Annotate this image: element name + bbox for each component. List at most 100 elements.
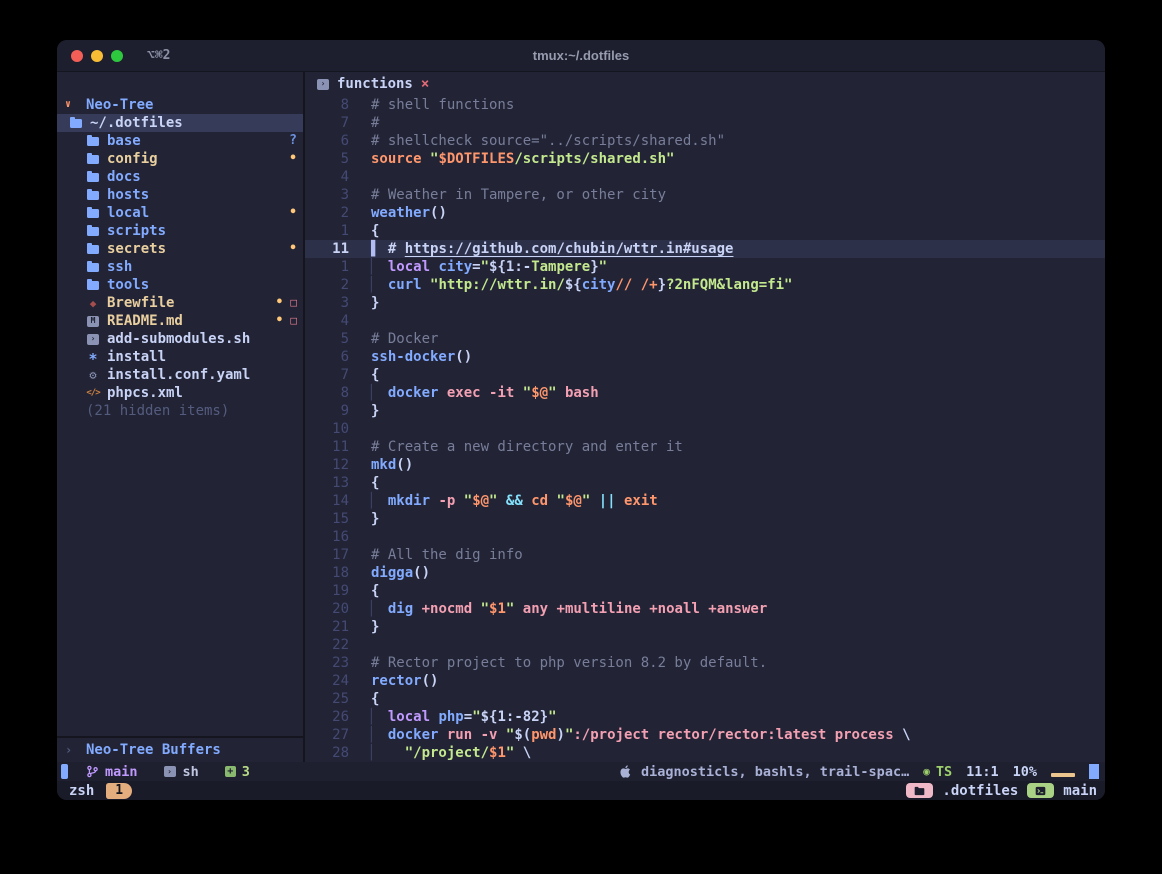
fold-column[interactable] [305, 168, 319, 186]
code-line[interactable]: 21 } [305, 618, 1105, 636]
fold-column[interactable] [305, 546, 319, 564]
tree-item[interactable]: base ? [57, 132, 303, 150]
code-line[interactable]: 3 # Weather in Tampere, or other city [305, 186, 1105, 204]
code-line[interactable]: 11 # Create a new directory and enter it [305, 438, 1105, 456]
neo-tree-buffers-section[interactable]: › Neo-Tree Buffers [57, 738, 303, 762]
fold-column[interactable] [305, 312, 319, 330]
fold-column[interactable] [305, 708, 319, 726]
code-line[interactable]: 4 [305, 168, 1105, 186]
fold-column[interactable] [305, 744, 319, 762]
code-line[interactable]: 18 digga() [305, 564, 1105, 582]
code-line[interactable]: 9 } [305, 402, 1105, 420]
code-line[interactable]: 5 # Docker [305, 330, 1105, 348]
tab-functions[interactable]: › functions × [317, 76, 429, 92]
code-line[interactable]: 24 rector() [305, 672, 1105, 690]
code-line[interactable]: 3 } [305, 294, 1105, 312]
tree-item[interactable]: * install [57, 348, 303, 366]
code-line[interactable]: 25 { [305, 690, 1105, 708]
fold-column[interactable] [305, 474, 319, 492]
code-line[interactable]: 2 weather() [305, 204, 1105, 222]
tree-item[interactable]: docs [57, 168, 303, 186]
code-line[interactable]: 22 [305, 636, 1105, 654]
fold-column[interactable] [305, 294, 319, 312]
tree-item[interactable]: hosts [57, 186, 303, 204]
code-line[interactable]: 7 # [305, 114, 1105, 132]
fold-column[interactable] [305, 636, 319, 654]
tree-item[interactable]: ssh [57, 258, 303, 276]
code-line[interactable]: 27 ▏ docker run -v "$(pwd)":/project rec… [305, 726, 1105, 744]
tree-item[interactable]: › add-submodules.sh [57, 330, 303, 348]
tree-item[interactable]: tools [57, 276, 303, 294]
fold-column[interactable] [305, 150, 319, 168]
fold-column[interactable] [305, 528, 319, 546]
tree-item[interactable]: ⚙ install.conf.yaml [57, 366, 303, 384]
tree-item[interactable]: ◆ Brewfile • □ [57, 294, 303, 312]
code-line[interactable]: 6 ssh-docker() [305, 348, 1105, 366]
tmux-window-badge[interactable]: 1 [106, 783, 132, 799]
fold-column[interactable] [305, 456, 319, 474]
fold-column[interactable] [305, 510, 319, 528]
fold-column[interactable] [305, 654, 319, 672]
code-line[interactable]: 8 # shell functions [305, 96, 1105, 114]
fold-column[interactable] [305, 330, 319, 348]
tree-item[interactable]: config • [57, 150, 303, 168]
code-line[interactable]: 13 { [305, 474, 1105, 492]
fold-column[interactable] [305, 114, 319, 132]
code-line[interactable]: 1 { [305, 222, 1105, 240]
code-line[interactable]: 26 ▏ local php="${1:-82}" [305, 708, 1105, 726]
neo-tree-header[interactable]: ∨ Neo-Tree [57, 96, 303, 114]
code-line[interactable]: 11 ▌ # https://github.com/chubin/wttr.in… [305, 240, 1105, 258]
scrollbar-thumb[interactable] [1089, 764, 1099, 779]
fold-column[interactable] [305, 402, 319, 420]
code-line[interactable]: 10 [305, 420, 1105, 438]
code-line[interactable]: 7 { [305, 366, 1105, 384]
fold-column[interactable] [305, 672, 319, 690]
fold-column[interactable] [305, 618, 319, 636]
code-line[interactable]: 16 [305, 528, 1105, 546]
fold-column[interactable] [305, 132, 319, 150]
tree-item[interactable]: local • [57, 204, 303, 222]
code-line[interactable]: 20 ▏ dig +nocmd "$1" any +multiline +noa… [305, 600, 1105, 618]
code-line[interactable]: 5 source "$DOTFILES/scripts/shared.sh" [305, 150, 1105, 168]
fold-column[interactable] [305, 582, 319, 600]
fold-column[interactable] [305, 276, 319, 294]
code-line[interactable]: 4 [305, 312, 1105, 330]
tree-item[interactable]: M README.md • □ [57, 312, 303, 330]
code-line[interactable]: 1 ▏ local city="${1:-Tampere}" [305, 258, 1105, 276]
code-line[interactable]: 28 ▏ "/project/$1" \ [305, 744, 1105, 762]
fold-column[interactable] [305, 204, 319, 222]
tree-item[interactable]: </> phpcs.xml [57, 384, 303, 402]
tree-item[interactable]: secrets • [57, 240, 303, 258]
fold-column[interactable] [305, 600, 319, 618]
fold-column[interactable] [305, 96, 319, 114]
tree-root-item[interactable]: ~/.dotfiles [57, 114, 303, 132]
code-line[interactable]: 15 } [305, 510, 1105, 528]
close-window-button[interactable] [71, 50, 83, 62]
fold-column[interactable] [305, 186, 319, 204]
code-line[interactable]: 14 ▏ mkdir -p "$@" && cd "$@" || exit [305, 492, 1105, 510]
fold-column[interactable] [305, 420, 319, 438]
tree-item[interactable]: scripts [57, 222, 303, 240]
fold-column[interactable] [305, 564, 319, 582]
fold-column[interactable] [305, 438, 319, 456]
fold-column[interactable] [305, 384, 319, 402]
code-line[interactable]: 12 mkd() [305, 456, 1105, 474]
fold-column[interactable] [305, 492, 319, 510]
code-buffer[interactable]: 8 # shell functions 7 # 6 # shellcheck s… [305, 96, 1105, 762]
fold-column[interactable] [305, 690, 319, 708]
code-line[interactable]: 23 # Rector project to php version 8.2 b… [305, 654, 1105, 672]
zoom-window-button[interactable] [111, 50, 123, 62]
code-line[interactable]: 19 { [305, 582, 1105, 600]
code-line[interactable]: 8 ▏ docker exec -it "$@" bash [305, 384, 1105, 402]
fold-column[interactable] [305, 348, 319, 366]
fold-column[interactable] [305, 222, 319, 240]
code-line[interactable]: 17 # All the dig info [305, 546, 1105, 564]
minimize-window-button[interactable] [91, 50, 103, 62]
fold-column[interactable] [305, 240, 319, 258]
code-line[interactable]: 2 ▏ curl "http://wttr.in/${city// /+}?2n… [305, 276, 1105, 294]
code-line[interactable]: 6 # shellcheck source="../scripts/shared… [305, 132, 1105, 150]
tab-close-icon[interactable]: × [421, 76, 429, 92]
fold-column[interactable] [305, 258, 319, 276]
fold-column[interactable] [305, 366, 319, 384]
fold-column[interactable] [305, 726, 319, 744]
